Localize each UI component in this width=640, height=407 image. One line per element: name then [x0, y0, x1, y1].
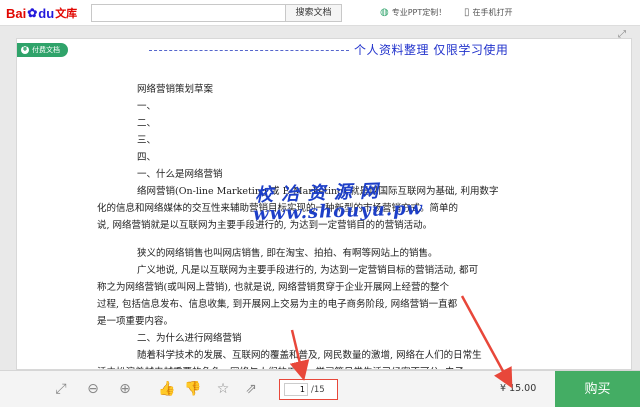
star-icon[interactable]: ☆ [214, 380, 232, 398]
share-icon[interactable]: ⇗ [242, 380, 260, 398]
fullscreen-icon[interactable]: ⤢ [52, 380, 70, 398]
zoom-in-icon[interactable]: ⊕ [116, 380, 134, 398]
paw-icon: ✿ [27, 6, 38, 20]
document-line: 网络营销策划草案 [137, 84, 214, 95]
document-line: 三、 [137, 135, 157, 146]
document-line: 四、 [137, 152, 157, 163]
document-line: 广义地说, 凡是以互联网为主要手段进行的, 为达到一定营销目标的营销活动, 都可 [137, 265, 479, 276]
document-line: 二、为什么进行网络营销 [137, 333, 242, 344]
document-line: 称之为网络营销(或叫网上营销), 也就是说, 网络营销贯穿于企业开展网上经营的整… [97, 282, 449, 293]
ppt-icon: ◍ [380, 7, 389, 18]
open-on-mobile-link[interactable]: ▯ 在手机打开 [464, 7, 513, 18]
watermark-top: 个人资料整理 仅限学习使用 [354, 43, 509, 57]
page-number-input[interactable] [284, 383, 308, 396]
document-viewer: ¥ 付费文档 个人资料整理 仅限学习使用 网络营销策划草案 一、 二、 三、 四、 一、什… [16, 38, 632, 370]
baidu-wenku-logo[interactable]: Bai ✿ du 文库 [6, 4, 77, 22]
document-line: 狭义的网络销售也叫网店销售, 即在淘宝、拍拍、有啊等网站上的销售。 [137, 248, 438, 259]
document-line: 二、 [137, 118, 157, 129]
ppt-custom-link[interactable]: ◍ 专业PPT定制！ [380, 7, 446, 18]
yen-icon: ¥ [21, 46, 29, 54]
thumbs-up-icon[interactable]: 👍 [158, 380, 176, 398]
zoom-out-icon[interactable]: ⊖ [84, 380, 102, 398]
search-button[interactable]: 搜索文档 [286, 4, 342, 22]
document-line: 过程, 包括信息发布、信息收集, 到开展网上交易为主的电子商务阶段, 网络营销一… [97, 299, 458, 310]
bottom-toolbar: ⤢ ⊖ ⊕ 👍 👎 ☆ ⇗ /15 ¥ 15.00 购买 [0, 370, 640, 407]
buy-button[interactable]: 购买 [555, 371, 640, 407]
document-text: 网络营销策划草案 一、 二、 三、 四、 一、什么是网络营销 络网营销(On-line Ma… [97, 81, 557, 369]
paid-doc-badge: ¥ 付费文档 [17, 43, 68, 57]
page-total: /15 [311, 384, 325, 395]
page-navigator: /15 [279, 379, 338, 400]
document-line: 是一项重要内容。 [97, 316, 174, 327]
document-line: 一、 [137, 101, 157, 112]
thumbs-down-icon[interactable]: 👎 [184, 380, 202, 398]
phone-icon: ▯ [464, 7, 470, 18]
search-input[interactable] [91, 4, 286, 22]
document-line: 随着科学技术的发展、互联网的覆盖和普及, 网民数量的激增, 网络在人们的日常生 [137, 350, 482, 361]
divider [149, 50, 349, 51]
price-label: ¥ 15.00 [500, 383, 537, 394]
top-bar: Bai ✿ du 文库 搜索文档 ◍ 专业PPT定制！ ▯ 在手机打开 [0, 0, 640, 26]
